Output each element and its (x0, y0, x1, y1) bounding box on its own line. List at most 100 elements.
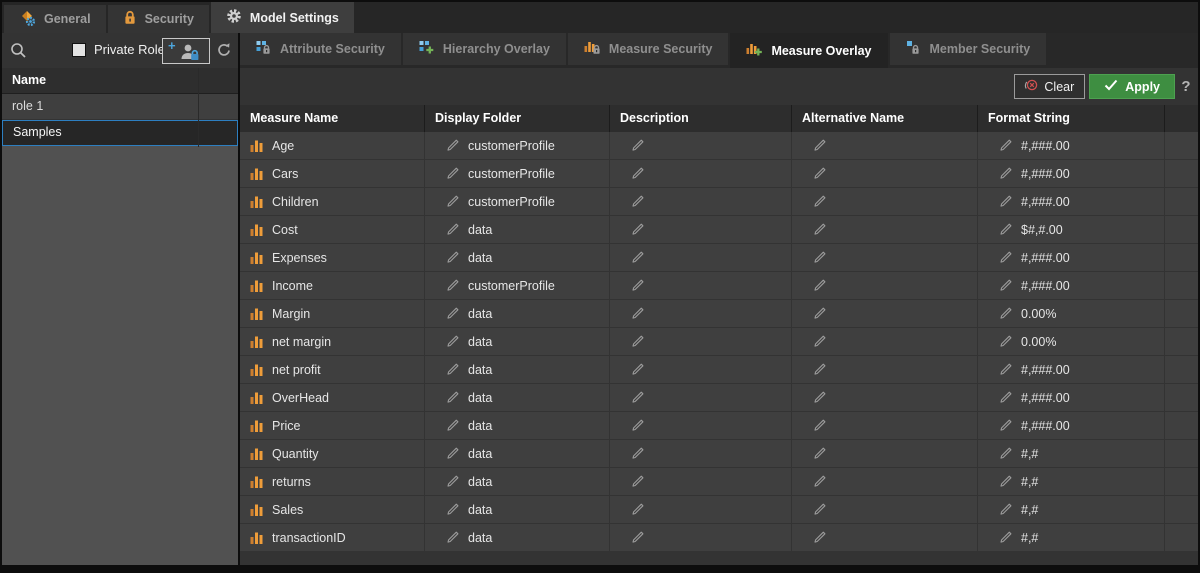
alternative-name-cell[interactable] (792, 412, 977, 439)
alternative-name-cell[interactable] (792, 272, 977, 299)
alternative-name-cell[interactable] (792, 468, 977, 495)
tab-attribute-security[interactable]: Attribute Security (240, 33, 401, 65)
format-string-cell[interactable]: #,###.00 (978, 356, 1164, 383)
roles-list-header[interactable]: Name (2, 68, 238, 94)
column-header-description[interactable]: Description (610, 105, 791, 132)
clear-button[interactable]: Clear (1014, 74, 1085, 99)
format-string-cell[interactable]: #,###.00 (978, 244, 1164, 271)
format-string-cell[interactable]: #,###.00 (978, 160, 1164, 187)
table-row[interactable]: Age customerProfile (240, 132, 1198, 159)
description-cell[interactable] (610, 412, 791, 439)
format-string-cell[interactable]: $#,#.00 (978, 216, 1164, 243)
table-row[interactable]: Children customerProfile (240, 188, 1198, 215)
description-cell[interactable] (610, 524, 791, 551)
description-cell[interactable] (610, 496, 791, 523)
format-string-cell[interactable]: #,# (978, 524, 1164, 551)
description-cell[interactable] (610, 132, 791, 159)
description-cell[interactable] (610, 328, 791, 355)
table-row[interactable]: OverHead data (240, 384, 1198, 411)
display-folder-cell[interactable]: customerProfile (425, 188, 609, 215)
role-row-role1[interactable]: role 1 (2, 94, 238, 120)
tab-hierarchy-overlay[interactable]: Hierarchy Overlay (403, 33, 566, 65)
description-cell[interactable] (610, 188, 791, 215)
column-header-format-string[interactable]: Format String (978, 105, 1164, 132)
column-header-measure-name[interactable]: Measure Name (240, 105, 424, 132)
alternative-name-cell[interactable] (792, 244, 977, 271)
description-cell[interactable] (610, 356, 791, 383)
format-string-cell[interactable]: #,# (978, 496, 1164, 523)
display-folder-cell[interactable]: data (425, 216, 609, 243)
description-cell[interactable] (610, 384, 791, 411)
table-row[interactable]: Cost data (240, 216, 1198, 243)
table-row[interactable]: Price data (240, 412, 1198, 439)
tab-hierarchy-overlay-label: Hierarchy Overlay (443, 42, 550, 56)
alternative-name-cell[interactable] (792, 160, 977, 187)
description-cell[interactable] (610, 300, 791, 327)
table-row[interactable]: Income customerProfile (240, 272, 1198, 299)
alternative-name-cell[interactable] (792, 300, 977, 327)
display-folder-cell[interactable]: customerProfile (425, 132, 609, 159)
table-row[interactable]: transactionID data (240, 524, 1198, 551)
tab-measure-overlay[interactable]: Measure Overlay (730, 33, 887, 68)
format-string-cell[interactable]: #,###.00 (978, 188, 1164, 215)
display-folder-cell[interactable]: data (425, 244, 609, 271)
display-folder-cell[interactable]: data (425, 356, 609, 383)
format-string-cell[interactable]: #,###.00 (978, 384, 1164, 411)
format-string-cell[interactable]: #,###.00 (978, 412, 1164, 439)
display-folder-cell[interactable]: data (425, 384, 609, 411)
plus-icon: + (168, 40, 176, 52)
tab-security[interactable]: Security (108, 5, 209, 33)
format-string-cell[interactable]: #,###.00 (978, 272, 1164, 299)
alternative-name-cell[interactable] (792, 356, 977, 383)
display-folder-cell[interactable]: customerProfile (425, 272, 609, 299)
help-button[interactable]: ? (1179, 78, 1193, 95)
alternative-name-cell[interactable] (792, 496, 977, 523)
table-row[interactable]: net profit data (240, 356, 1198, 383)
table-row[interactable]: Cars customerProfile (240, 160, 1198, 187)
apply-button[interactable]: Apply (1089, 74, 1175, 99)
format-string-cell[interactable]: 0.00% (978, 328, 1164, 355)
display-folder-cell[interactable]: data (425, 440, 609, 467)
alternative-name-cell[interactable] (792, 216, 977, 243)
display-folder-cell[interactable]: data (425, 496, 609, 523)
tab-model-settings[interactable]: Model Settings (211, 2, 354, 33)
alternative-name-cell[interactable] (792, 440, 977, 467)
tab-member-security[interactable]: Member Security (890, 33, 1047, 65)
display-folder-cell[interactable]: data (425, 468, 609, 495)
description-cell[interactable] (610, 440, 791, 467)
display-folder-cell[interactable]: data (425, 300, 609, 327)
private-roles-checkbox[interactable] (72, 43, 86, 57)
alternative-name-cell[interactable] (792, 188, 977, 215)
display-folder-cell[interactable]: data (425, 328, 609, 355)
refresh-icon[interactable] (215, 41, 233, 64)
format-string-cell[interactable]: #,###.00 (978, 132, 1164, 159)
format-string-cell[interactable]: #,# (978, 440, 1164, 467)
table-row[interactable]: Sales data (240, 496, 1198, 523)
alternative-name-cell[interactable] (792, 524, 977, 551)
display-folder-cell[interactable]: data (425, 524, 609, 551)
format-string-cell[interactable]: #,# (978, 468, 1164, 495)
alternative-name-cell[interactable] (792, 384, 977, 411)
display-folder-cell[interactable]: data (425, 412, 609, 439)
table-row[interactable]: Quantity data (240, 440, 1198, 467)
description-cell[interactable] (610, 272, 791, 299)
format-string-cell[interactable]: 0.00% (978, 300, 1164, 327)
description-cell[interactable] (610, 160, 791, 187)
column-header-display-folder[interactable]: Display Folder (425, 105, 609, 132)
tab-general[interactable]: General (4, 5, 106, 33)
description-cell[interactable] (610, 216, 791, 243)
table-row[interactable]: net margin data (240, 328, 1198, 355)
table-row[interactable]: Expenses data (240, 244, 1198, 271)
tab-measure-security[interactable]: Measure Security (568, 33, 729, 65)
search-icon[interactable] (10, 42, 27, 64)
table-row[interactable]: returns data (240, 468, 1198, 495)
table-row[interactable]: Margin data (240, 300, 1198, 327)
add-role-button[interactable]: + (162, 38, 210, 64)
description-cell[interactable] (610, 244, 791, 271)
alternative-name-cell[interactable] (792, 328, 977, 355)
alternative-name-cell[interactable] (792, 132, 977, 159)
column-header-alternative-name[interactable]: Alternative Name (792, 105, 977, 132)
display-folder-cell[interactable]: customerProfile (425, 160, 609, 187)
role-row-samples[interactable]: Samples (2, 120, 238, 146)
description-cell[interactable] (610, 468, 791, 495)
